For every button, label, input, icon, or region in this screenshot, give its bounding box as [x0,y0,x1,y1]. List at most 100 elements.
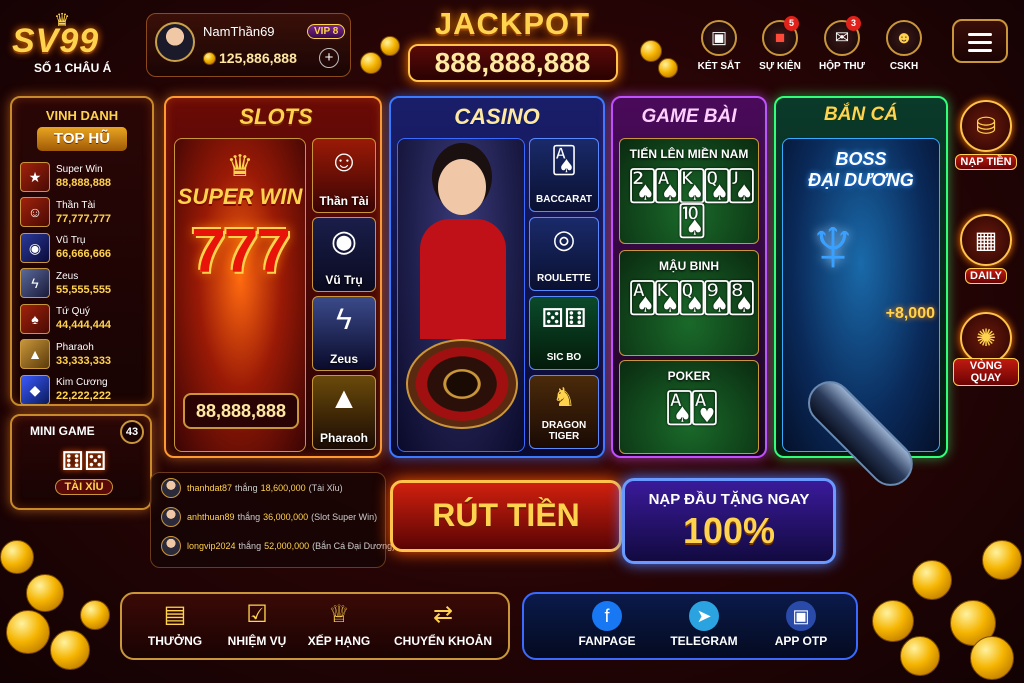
lock-icon: ▣ [786,601,816,631]
top-jackpot-ranking: VINH DANH TOP HŨ ★ Super Win 88,888,888 ☺ T… [10,96,154,406]
hamburger-menu-button[interactable] [952,19,1008,63]
boss-title: BOSS ĐẠI DƯƠNG [783,149,939,191]
dice-icon: ⚄⚅ [541,303,587,333]
card-game-poker[interactable]: POKER 🂡🂱 [619,360,759,454]
ranking-game-name: Vũ Trụ [56,235,86,247]
ranking-row[interactable]: ★ Super Win 88,888,888 [12,159,152,195]
first-deposit-promo-button[interactable]: NẠP ĐẦU TẶNG NGAY 100% [622,478,836,564]
coin-stack-icon: ⛁ [960,100,1012,152]
withdraw-button[interactable]: RÚT TIỀN [390,480,622,552]
menu-icon-line [968,41,992,44]
slot-game-vu-tru[interactable]: ◉ Vũ Trụ [312,217,376,292]
coin-icon [203,52,216,65]
ranking-row[interactable]: ϟ Zeus 55,555,555 [12,266,152,302]
ranking-row[interactable]: ♠ Tứ Quý 44,444,444 [12,301,152,337]
jackpot-value: 888,888,888 [407,44,618,82]
ranking-value: 44,444,444 [56,319,112,332]
top-nav-safe[interactable]: ▣ KÉT SẮT [694,20,744,72]
leaderboard-button[interactable]: ♕ XẾP HẠNG [294,600,384,648]
card-game-mau-binh[interactable]: MẬU BINH 🂡🂮🂭🂩🂨 [619,250,759,356]
winner-amount: 52,000,000 [264,540,310,551]
notification-badge: 3 [846,16,861,31]
avatar[interactable] [155,22,195,62]
coin-pile-decoration [80,600,110,630]
crown-icon: ♛ [226,150,254,183]
casino-game-dragon-tiger[interactable]: ♞ DRAGON TIGER [529,375,599,449]
casino-game-baccarat[interactable]: 🂡 BACCARAT [529,138,599,212]
winner-row: thanhdat87 thắng 18,600,000 (Tài Xỉu) [151,473,385,502]
winner-verb: thắng [237,511,261,522]
logo-text: SV99 [12,22,100,60]
transfer-icon: ⇄ [432,601,454,628]
lucky-wheel-button[interactable]: ✺ VÒNG QUAY [953,312,1019,386]
top-nav-label: SỰ KIỆN [759,61,801,72]
coin-decoration [380,36,400,56]
casino-game-label: ROULETTE [537,273,591,284]
coin-pile-decoration [970,636,1014,680]
ranking-row[interactable]: ☺ Thần Tài 77,777,777 [12,195,152,231]
coin-decoration [640,40,662,62]
tai-xiu-label: TÀI XỈU [55,479,113,495]
bottom-nav-label: XẾP HẠNG [307,634,371,648]
card-game-label: MẬU BINH [659,259,719,273]
winner-username: thanhdat87 [187,482,233,493]
top-nav-events[interactable]: ■ 5 SỰ KIỆN [755,16,805,72]
ranking-value: 88,888,888 [56,177,112,190]
winner-username: anhthuan89 [187,511,235,522]
casino-game-label: SIC BO [546,352,582,363]
casino-game-roulette[interactable]: ◎ ROULETTE [529,217,599,291]
rewards-button[interactable]: ▤ THƯỞNG [130,600,220,648]
tai-xiu-game[interactable]: ⚅⚄ TÀI XỈU [40,446,128,506]
top-nav-mailbox[interactable]: ✉ 3 HỘP THƯ [817,16,867,72]
super-win-slot-card[interactable]: ♛ SUPER WIN 777 88,888,888 [174,138,306,452]
missions-button[interactable]: ☑ NHIỆM VỤ [212,600,302,648]
coin-pile-decoration [982,540,1022,580]
ranking-value: 33,333,333 [56,354,112,367]
zeus-icon: ϟ [336,303,352,336]
roulette-icon: ◎ [552,224,576,254]
top-nav-support[interactable]: ☻ CSKH [879,20,929,72]
bottom-nav-label: CHUYỂN KHOẢN [393,634,492,648]
ranking-value: 22,222,222 [56,390,112,403]
ranking-row[interactable]: ◆ Kim Cương 22,222,222 [12,372,152,408]
slot-game-than-tai[interactable]: ☺ Thần Tài [312,138,376,213]
roulette-wheel-image [406,339,518,429]
slot-game-zeus[interactable]: ϟ Zeus [312,296,376,371]
winner-username: longvip2024 [187,540,236,551]
card-games-section: GAME BÀI TIẾN LÊN MIỀN NAM 🂢🂡🂮🂭🂫🂪 MẬU BIN… [611,96,767,458]
side-button-label: DAILY [965,268,1007,284]
ranking-value: 55,555,555 [56,283,112,296]
telegram-button[interactable]: ➤ TELEGRAM [659,600,749,648]
deposit-button[interactable]: ⛁ NẠP TIỀN [953,100,1019,170]
live-dealer-card[interactable] [397,138,525,452]
dice-icon: ⚅⚄ [61,446,107,476]
recent-winners-list: thanhdat87 thắng 18,600,000 (Tài Xỉu) anhth… [150,472,395,568]
daily-button[interactable]: ▦ DAILY [953,214,1019,284]
mini-game-panel[interactable]: MINI GAME 43 ⚅⚄ TÀI XỈU [10,414,152,510]
sea-dragon-icon: ♆ [803,200,863,289]
balance-value: 125,886,888 [219,50,297,66]
winner-game: (Bắn Cá Đại Dương) [312,540,396,551]
boss-title-line: ĐẠI DƯƠNG [808,170,914,190]
ranking-subheading: TOP HŨ [37,127,127,151]
transfer-button[interactable]: ⇄ CHUYỂN KHOẢN [384,600,502,648]
top-nav-label: CSKH [889,61,919,72]
card-game-label: POKER [667,369,711,383]
slot-game-label: Zeus [329,352,358,366]
winner-amount: 36,000,000 [263,511,309,522]
slot-game-pharaoh[interactable]: ▲ Pharaoh [312,375,376,450]
game-thumb-icon: ★ [20,161,50,192]
bottom-nav-label: THƯỞNG [147,634,203,648]
ranking-row[interactable]: ◉ Vũ Trụ 66,666,666 [12,230,152,266]
ranking-row[interactable]: ▲ Pharaoh 33,333,333 [12,337,152,373]
coin-pile-decoration [26,574,64,612]
casino-game-sic-bo[interactable]: ⚄⚅ SIC BO [529,296,599,370]
winner-verb: thắng [238,540,262,551]
add-funds-button[interactable]: + [319,48,339,68]
fanpage-button[interactable]: f FANPAGE [562,600,652,648]
card-game-tien-len[interactable]: TIẾN LÊN MIỀN NAM 🂢🂡🂮🂭🂫🂪 [619,138,759,244]
logo-tagline: SỐ 1 CHÂU Á [34,61,112,75]
casino-game-label: BACCARAT [536,194,592,205]
app-otp-button[interactable]: ▣ APP OTP [756,600,846,648]
casino-game-label: DRAGON TIGER [541,420,587,442]
